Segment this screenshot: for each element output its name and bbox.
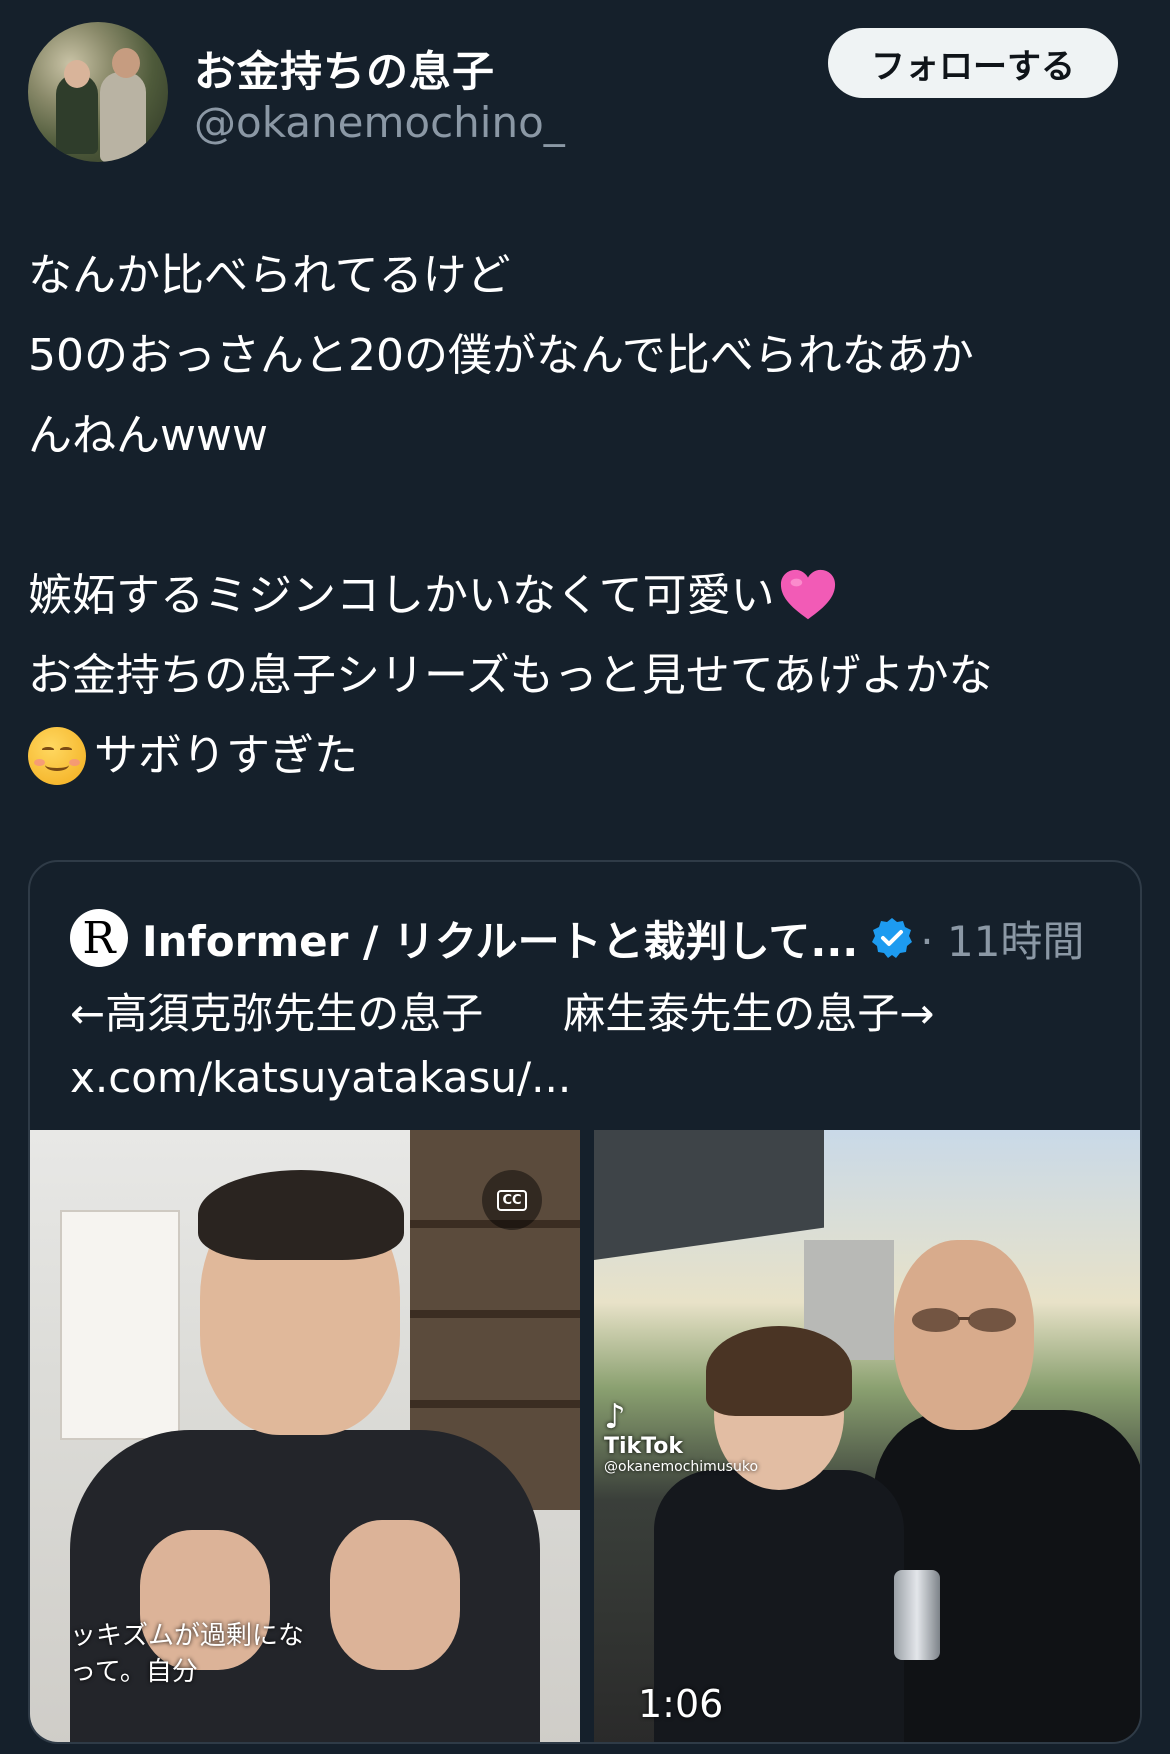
speaker-hair [198, 1170, 404, 1260]
quoted-tweet-header: R Informer / リクルートと裁判して... · 11時間 [70, 908, 1084, 968]
quoted-text-right: 麻生泰先生の息子→ [563, 989, 935, 1038]
tweet-line-with-emoji: サボりすぎた [28, 716, 1148, 796]
tweet-line: 50のおっさんと20の僕がなんで比べられなあか [28, 330, 974, 381]
follow-button[interactable]: フォローする [828, 28, 1118, 98]
quoted-timestamp[interactable]: · 11時間 [920, 908, 1084, 969]
stadium-roof [594, 1130, 824, 1260]
drink-can [894, 1570, 940, 1660]
tweet-line: 嫉妬するミジンコしかいなくて可愛い [28, 570, 775, 621]
verified-badge-icon [872, 918, 913, 958]
tweet-line: お金持ちの息子シリーズもっと見せてあげよかな [28, 650, 993, 701]
display-name[interactable]: お金持ちの息子 [194, 38, 495, 99]
tweet-line-with-heart: 嫉妬するミジンコしかいなくて可愛い [28, 556, 1148, 636]
user-handle[interactable]: @okanemochino_ [194, 98, 565, 147]
avatar-person-right-head [112, 48, 140, 78]
pink-heart-icon [780, 569, 835, 620]
smiling-face-icon [28, 727, 86, 785]
profile-avatar[interactable] [28, 22, 168, 162]
tweet-line: なんか比べられてるけど [28, 250, 511, 301]
avatar-person-left-head [64, 60, 90, 88]
captions-button[interactable]: CC [482, 1170, 542, 1230]
quoted-link[interactable]: x.com/katsuyatakasu/... [70, 1046, 934, 1110]
wall-calendar [60, 1210, 180, 1440]
quoted-text-left: ←高須克弥先生の息子 [70, 989, 484, 1038]
video-subtitle: ッキズムが過剰にな って。自分 [70, 1621, 305, 1687]
tweet-text: なんか比べられてるけど 50のおっさんと20の僕がなんで比べられなあか んねんw… [28, 236, 1148, 796]
tiktok-icon: ♪ [604, 1397, 626, 1437]
cc-icon: CC [497, 1189, 527, 1211]
quoted-author-name[interactable]: Informer / リクルートと裁判して... [142, 908, 858, 969]
avatar-person-right [100, 72, 146, 162]
sunglasses [912, 1308, 1016, 1332]
quoted-text-line: ←高須克弥先生の息子 麻生泰先生の息子→ [70, 982, 934, 1046]
tiktok-label: TikTok [604, 1434, 684, 1459]
tiktok-watermark: ♪ TikTok @okanemochimusuko [604, 1400, 758, 1475]
tiktok-user: @okanemochimusuko [604, 1459, 759, 1475]
man-face [894, 1240, 1034, 1430]
speaker-hand-right [330, 1520, 460, 1670]
tweet-line: んねんwww [28, 410, 268, 461]
video-duration: 1:06 [638, 1682, 724, 1726]
media-video-right[interactable]: ♪ TikTok @okanemochimusuko 1:06 [594, 1130, 1140, 1742]
quoted-tweet-text: ←高須克弥先生の息子 麻生泰先生の息子→ x.com/katsuyatakasu/… [70, 982, 934, 1110]
quoted-author-avatar[interactable]: R [70, 909, 128, 967]
tweet-line: サボりすぎた [94, 730, 358, 781]
media-video-left[interactable]: CC ッキズムが過剰にな って。自分 [30, 1130, 580, 1742]
quoted-tweet-card[interactable]: R Informer / リクルートと裁判して... · 11時間 ←高須克弥先… [28, 860, 1142, 1744]
